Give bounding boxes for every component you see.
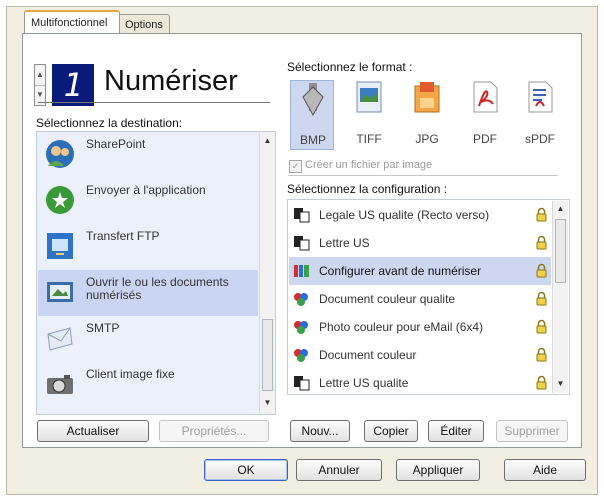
help-button[interactable]: Aide — [504, 459, 586, 481]
button-number-display: 1 — [52, 64, 94, 106]
one-file-per-image-checkbox[interactable]: ✓ — [289, 160, 302, 173]
cancel-button[interactable]: Annuler — [296, 459, 382, 481]
configuration-scrollbar[interactable]: ▲ ▼ — [552, 201, 568, 393]
send-to-application-icon — [46, 186, 74, 214]
configuration-item-color-document-quality[interactable]: Document couleur qualite — [289, 285, 551, 313]
format-divider — [288, 175, 558, 176]
format-option-spdf[interactable]: sPDF — [518, 80, 562, 150]
edit-configuration-button[interactable]: Éditer — [428, 420, 484, 442]
lock-icon — [536, 207, 547, 222]
destination-item-open-scanned-documents[interactable]: Ouvrir le ou les documents numérisés — [38, 270, 258, 316]
destination-scroll-thumb[interactable] — [262, 319, 273, 391]
lock-icon — [536, 375, 547, 390]
delete-configuration-button[interactable]: Supprimer — [496, 420, 568, 442]
lock-icon — [536, 235, 547, 250]
configuration-label-color-document: Document couleur — [319, 348, 417, 362]
configuration-list[interactable]: Legale US qualite (Recto verso) Lettre U… — [287, 199, 570, 395]
destination-item-still-image-client[interactable]: Client image fixe — [38, 362, 258, 408]
lock-icon — [536, 291, 547, 306]
page-title: Numériser — [104, 65, 238, 97]
searchable-pdf-icon — [528, 81, 553, 113]
configuration-label: Sélectionnez la configuration : — [287, 182, 448, 196]
copy-configuration-button[interactable]: Copier — [364, 420, 418, 442]
lock-icon — [536, 319, 547, 334]
color-document-icon — [294, 321, 308, 334]
configuration-label-letter-us-quality: Lettre US qualite — [319, 376, 409, 390]
destination-item-smtp[interactable]: SMTP — [38, 316, 258, 362]
sharepoint-icon — [46, 140, 74, 168]
destination-label-open-scanned-documents: Ouvrir le ou les documents numérisés — [86, 275, 229, 302]
destination-item-send-to-application[interactable]: Envoyer à l'application — [38, 178, 258, 224]
color-document-icon — [294, 349, 308, 362]
scroll-down-arrow-icon[interactable]: ▼ — [553, 376, 568, 392]
destination-label-sharepoint: SharePoint — [86, 137, 146, 151]
configuration-item-letter-us-quality[interactable]: Lettre US qualite — [289, 369, 551, 394]
configuration-item-legal-us-duplex[interactable]: Legale US qualite (Recto verso) — [289, 201, 551, 229]
smtp-mail-icon — [47, 327, 73, 351]
format-label-bmp: BMP — [299, 133, 326, 147]
configuration-scroll-thumb[interactable] — [555, 219, 566, 283]
configuration-label-color-document-quality: Document couleur qualite — [319, 292, 456, 306]
ok-button[interactable]: OK — [204, 459, 288, 481]
bw-document-icon — [294, 376, 310, 391]
bw-document-icon — [294, 208, 310, 223]
configuration-label-letter-us: Lettre US — [319, 236, 370, 250]
destination-list[interactable]: SharePoint Envoyer à l'application Trans… — [36, 131, 276, 415]
configuration-item-color-document[interactable]: Document couleur — [289, 341, 551, 369]
new-configuration-button[interactable]: Nouv... — [290, 420, 350, 442]
jpg-file-icon — [414, 82, 440, 113]
bw-document-icon — [294, 236, 310, 251]
format-option-tiff[interactable]: TIFF — [347, 80, 391, 150]
bmp-file-icon — [302, 83, 324, 117]
configuration-item-color-photo-email[interactable]: Photo couleur pour eMail (6x4) — [289, 313, 551, 341]
destination-item-sharepoint[interactable]: SharePoint — [38, 132, 258, 178]
configuration-label-configure-before-scan: Configurer avant de numériser — [319, 264, 482, 278]
title-divider — [38, 102, 270, 103]
destination-label-send-to-application: Envoyer à l'application — [86, 183, 206, 197]
spinner-up-arrow-icon[interactable]: ▲ — [35, 65, 45, 86]
tiff-file-icon — [356, 81, 382, 113]
tab-multifonctionnel[interactable]: Multifonctionnel — [24, 10, 120, 33]
ftp-transfer-icon — [47, 233, 73, 259]
scroll-down-arrow-icon[interactable]: ▼ — [260, 395, 275, 411]
destination-label: Sélectionnez la destination: — [36, 116, 183, 130]
destination-scrollbar[interactable]: ▲ ▼ — [259, 133, 275, 413]
destination-label-ftp-transfer: Transfert FTP — [86, 229, 160, 243]
destination-item-ftp-transfer[interactable]: Transfert FTP — [38, 224, 258, 270]
format-option-pdf[interactable]: PDF — [463, 80, 507, 150]
destination-label-still-image-client: Client image fixe — [86, 367, 175, 381]
format-label-tiff: TIFF — [356, 132, 382, 146]
open-scanned-documents-icon — [47, 282, 73, 302]
one-file-per-image-label: Créer un fichier par image — [305, 159, 433, 171]
format-label-spdf: sPDF — [525, 132, 555, 146]
format-option-jpg[interactable]: JPG — [405, 80, 449, 150]
configuration-item-letter-us[interactable]: Lettre US — [289, 229, 551, 257]
destination-label-smtp: SMTP — [86, 321, 120, 335]
scroll-up-arrow-icon[interactable]: ▲ — [553, 201, 568, 217]
configuration-label-color-photo-email: Photo couleur pour eMail (6x4) — [319, 320, 484, 334]
lock-icon — [536, 263, 547, 278]
scroll-up-arrow-icon[interactable]: ▲ — [260, 133, 275, 149]
tab-options[interactable]: Options — [118, 14, 170, 34]
still-image-camera-icon — [47, 375, 73, 394]
configuration-item-configure-before-scan[interactable]: Configurer avant de numériser — [289, 257, 551, 285]
lock-icon — [536, 347, 547, 362]
configure-before-scan-icon — [294, 265, 309, 277]
color-document-icon — [294, 293, 308, 306]
button-number-spinner[interactable]: ▲ ▼ — [34, 64, 46, 106]
apply-button[interactable]: Appliquer — [396, 459, 480, 481]
configuration-label-legal-us-duplex: Legale US qualite (Recto verso) — [319, 208, 490, 222]
refresh-button[interactable]: Actualiser — [37, 420, 149, 442]
pdf-file-icon — [473, 81, 498, 113]
format-label-pdf: PDF — [473, 132, 497, 146]
format-option-bmp[interactable]: BMP — [290, 80, 334, 150]
format-label-jpg: JPG — [415, 132, 439, 146]
format-label: Sélectionnez le format : — [287, 60, 413, 74]
properties-button[interactable]: Propriétés... — [159, 420, 269, 442]
